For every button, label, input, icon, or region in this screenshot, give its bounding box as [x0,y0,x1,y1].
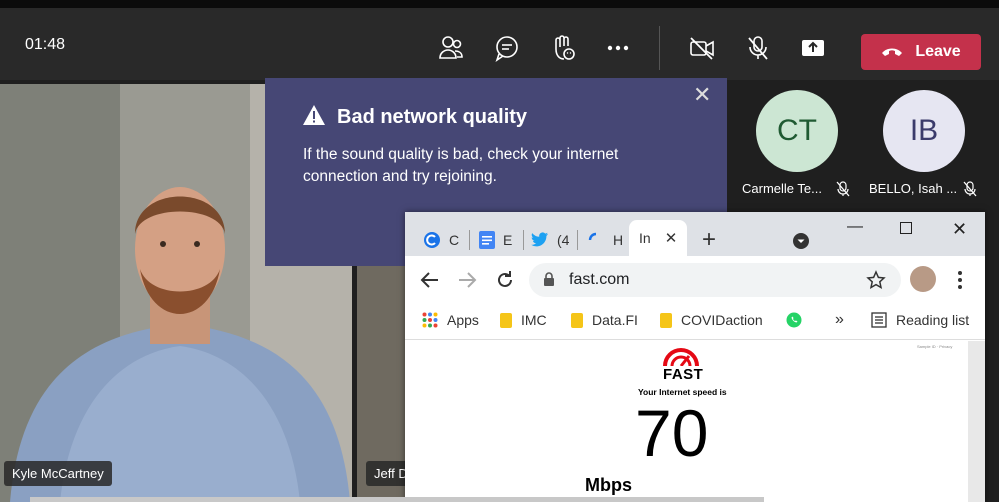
reading-list-label: Reading list [896,312,970,328]
raise-hand-icon[interactable] [549,34,577,62]
folder-icon [571,312,583,328]
loading-icon [588,232,597,241]
notification-title: Bad network quality [337,106,528,128]
notification-body: If the sound quality is bad, check your … [303,146,619,185]
reload-icon[interactable] [495,270,515,290]
more-options-icon[interactable] [604,34,632,62]
chat-icon[interactable] [493,34,521,62]
tab-label: (4 [557,232,570,248]
tab-3[interactable]: (4 [531,224,569,256]
close-window-icon[interactable]: ✕ [952,219,967,240]
tab-label: In [639,230,651,246]
menu-icon[interactable] [957,270,963,290]
address-bar[interactable]: fast.com [529,263,901,297]
tab-label: C [449,232,460,248]
bookmark-label: Data.FI [592,312,638,328]
teams-meeting-window: 01:48 Leave Kyle McCartney Jeff D CT Car… [0,0,999,502]
speed-value: 70 [635,396,709,470]
participant-name: Carmelle Te... [742,181,822,196]
people-icon[interactable] [437,34,465,62]
reading-list-button[interactable]: Reading list [871,312,969,328]
tab-separator [523,230,524,250]
leave-label: Leave [915,43,961,60]
fast-footer-links[interactable]: Sample ID · Privacy [917,344,952,349]
toolbar-divider [659,26,660,70]
tab-search-icon[interactable] [792,232,810,250]
hang-up-icon [882,48,903,56]
lock-icon[interactable] [543,272,555,287]
circle-c-icon [424,232,440,248]
fast-brand: FAST [663,366,704,383]
bookmark-datafi[interactable]: Data.FI [571,312,638,328]
browser-window: C E (4 H In ✕ + — ✕ fast.com Apps IMC Da… [405,212,985,502]
bottom-strip [30,497,764,502]
url-text: fast.com [569,271,630,288]
profile-avatar[interactable] [910,266,936,292]
forward-icon[interactable] [457,271,477,289]
tab-separator [469,230,470,250]
bookmark-star-icon[interactable] [866,270,886,290]
fast-logo-icon [663,348,699,366]
avatar-ib[interactable]: IB [883,90,965,172]
leave-button[interactable]: Leave [861,34,981,70]
tab-4[interactable]: H [587,224,623,256]
mic-off-icon [963,181,977,197]
bookmark-imc[interactable]: IMC [500,312,547,328]
apps-grid-icon [422,312,438,328]
maximize-icon[interactable] [900,222,912,234]
bookmark-label: IMC [521,312,547,328]
tab-label: H [613,232,624,248]
folder-icon [500,312,512,328]
minimize-icon[interactable]: — [847,218,863,236]
doc-icon [479,231,495,249]
bookmark-covidaction[interactable]: COVIDaction [660,312,763,328]
warning-icon [303,105,325,125]
participant-name-tag: Kyle McCartney [4,461,112,486]
fast-page: Sample ID · Privacy FAST Your Internet s… [405,341,968,502]
close-icon[interactable]: ✕ [693,82,711,108]
reading-list-icon [871,312,887,328]
mic-off-icon [836,181,850,197]
close-tab-icon[interactable]: ✕ [665,229,678,247]
tab-2[interactable]: E [479,224,512,256]
browser-toolbar: fast.com [405,256,985,304]
back-icon[interactable] [420,271,440,289]
bookmark-apps[interactable]: Apps [422,312,479,328]
scrollbar[interactable] [968,341,985,502]
avatar-ct[interactable]: CT [756,90,838,172]
speed-unit: Mbps [585,475,632,495]
bookmark-label: COVIDaction [681,312,763,328]
participant-name: BELLO, Isah ... [869,181,958,196]
tab-separator [577,230,578,250]
twitter-icon [531,232,548,247]
tab-active[interactable]: In ✕ [629,220,688,256]
camera-off-icon[interactable] [688,34,716,62]
new-tab-icon[interactable]: + [702,226,716,254]
tab-strip: C E (4 H In ✕ + — ✕ [405,212,985,256]
meeting-timer: 01:48 [25,36,66,53]
tab-label: E [503,232,513,248]
bookmarks-overflow-icon[interactable]: » [835,311,844,329]
bookmarks-bar: Apps IMC Data.FI COVIDaction » Reading l… [405,304,985,340]
share-screen-icon[interactable] [799,34,827,62]
folder-icon [660,312,672,328]
bookmark-label: Apps [447,312,479,328]
tab-1[interactable]: C [423,224,459,256]
meeting-toolbar: 01:48 Leave [0,0,999,80]
mic-off-icon[interactable] [744,34,772,62]
whatsapp-icon[interactable] [786,312,802,328]
